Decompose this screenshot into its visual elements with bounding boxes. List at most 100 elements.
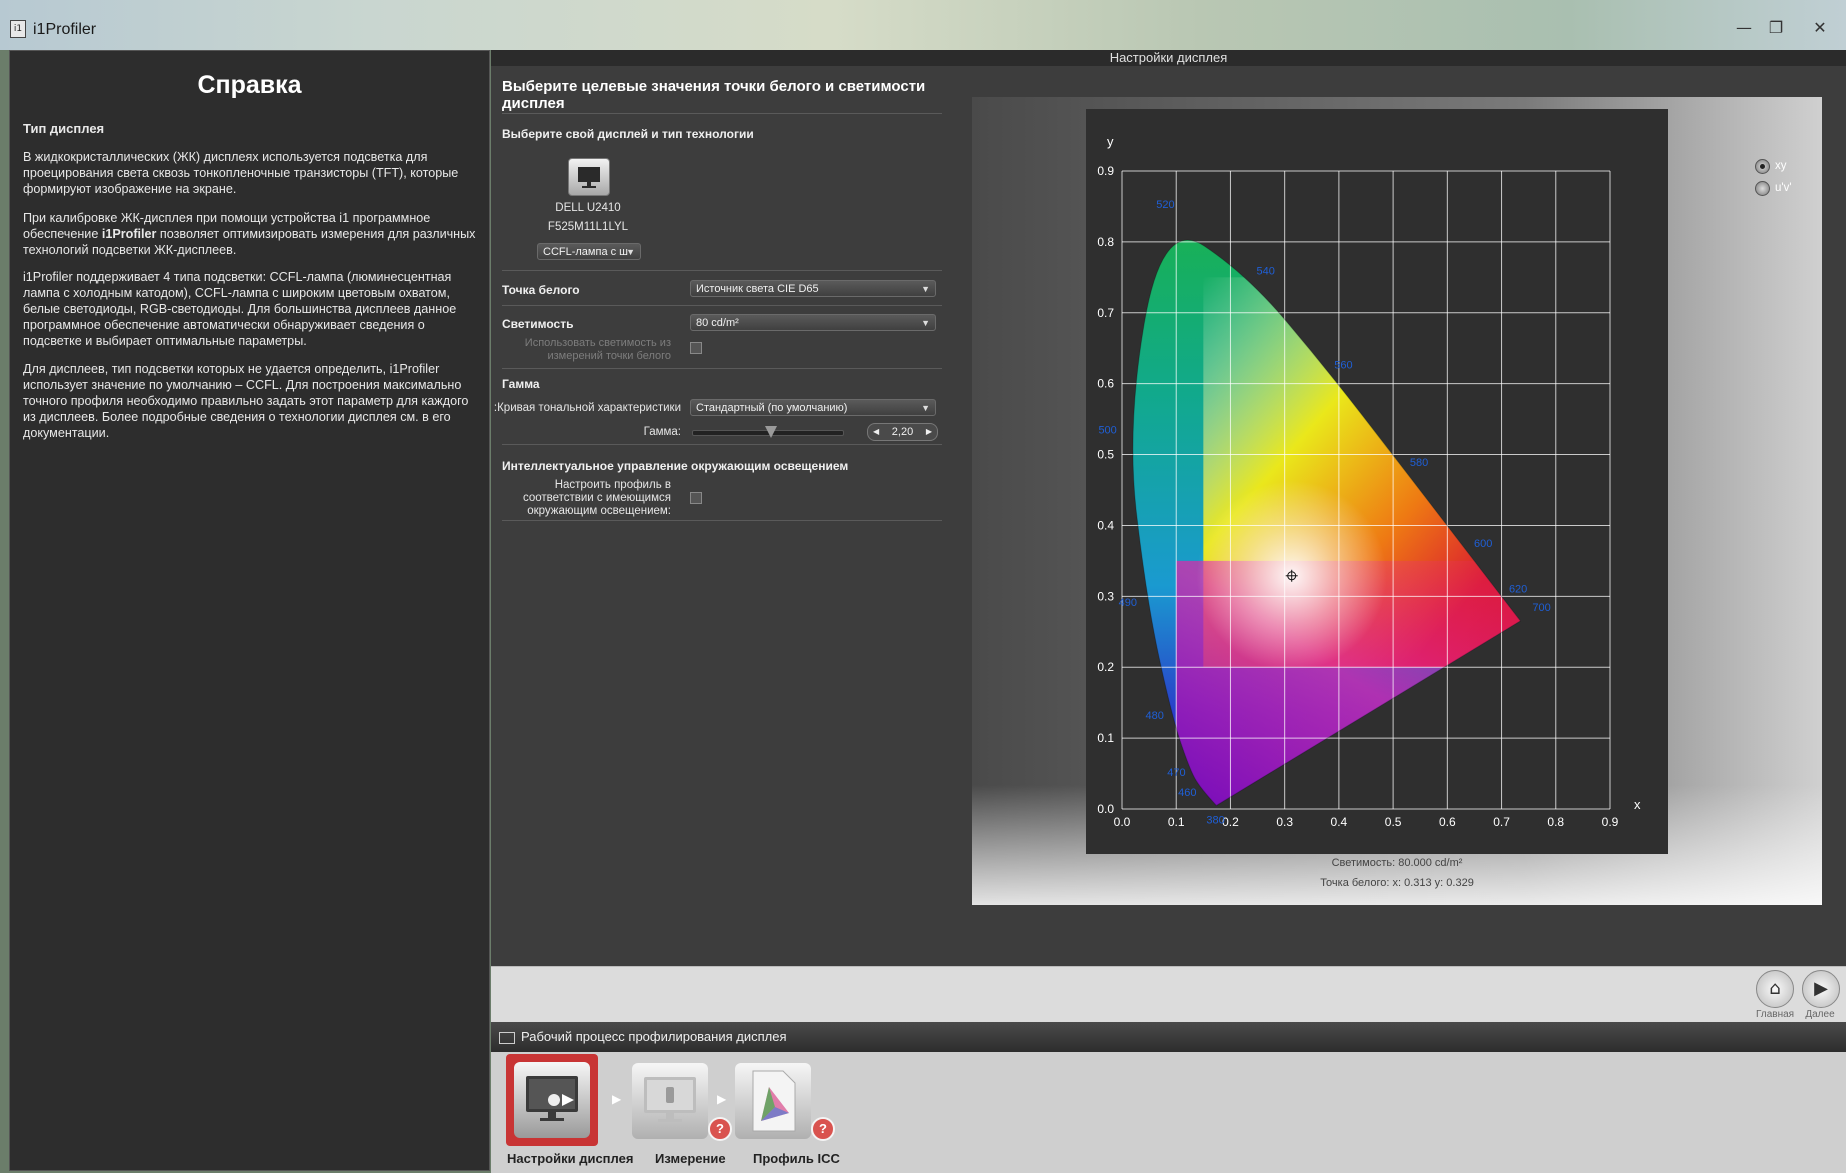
help-badge-icon[interactable]: ? bbox=[708, 1117, 732, 1141]
luminance-dropdown[interactable]: 80 cd/m² ▼ bbox=[690, 314, 936, 331]
x-tick-label: 0.1 bbox=[1168, 815, 1185, 829]
window-title: i1Profiler bbox=[33, 21, 97, 38]
chromaticity-chart-panel: xy u'v' 0.0 0.1 0.2 0.3 0.4 0.5 0.6 0.7 … bbox=[972, 97, 1822, 905]
x-tick-label: 0.5 bbox=[1385, 815, 1402, 829]
y-axis-label: y bbox=[1107, 134, 1114, 149]
workflow-step-label: Измерение bbox=[655, 1151, 726, 1166]
workflow-step-label: Профиль ICC bbox=[753, 1151, 840, 1166]
y-tick-label: 0.2 bbox=[1097, 660, 1114, 674]
display-serial: F525M11L1LYL bbox=[547, 221, 629, 233]
step-arrow-icon: ▶ bbox=[612, 1092, 622, 1106]
gamma-slider-thumb[interactable] bbox=[765, 426, 777, 438]
monitor-icon bbox=[499, 1031, 515, 1044]
settings-heading: Выберите целевые значения точки белого и… bbox=[502, 78, 926, 112]
workflow-step-display-settings[interactable] bbox=[506, 1054, 598, 1146]
wavelength-label: 540 bbox=[1256, 265, 1274, 277]
chevron-down-icon: ▼ bbox=[921, 284, 930, 294]
next-label: Далее bbox=[1805, 1009, 1835, 1020]
ambient-label: Настроить профиль в соответствии с имеющ… bbox=[522, 479, 671, 517]
workflow-step-icc-profile[interactable] bbox=[735, 1063, 811, 1139]
measurement-icon bbox=[644, 1077, 696, 1122]
gamma-label: Гамма: bbox=[643, 426, 681, 438]
help-paragraph-4: Для дисплеев, тип подсветки которых не у… bbox=[23, 362, 469, 440]
divider bbox=[502, 520, 942, 521]
help-section-title: Тип дисплея bbox=[23, 121, 105, 136]
whitepoint-dropdown[interactable]: Источник света CIE D65 ▼ bbox=[690, 280, 936, 297]
x-tick-label: 0.4 bbox=[1331, 815, 1348, 829]
gamma-value: 2,20 bbox=[891, 426, 914, 438]
workflow-step-label: Настройки дисплея bbox=[507, 1151, 634, 1166]
wavelength-label: 700 bbox=[1532, 602, 1550, 614]
page-title: Настройки дисплея bbox=[491, 50, 1846, 66]
luminance-label: Светимость bbox=[502, 317, 574, 331]
help-badge-icon[interactable]: ? bbox=[811, 1117, 835, 1141]
x-tick-label: 0.8 bbox=[1547, 815, 1564, 829]
radio-uv[interactable] bbox=[1755, 181, 1770, 196]
home-button[interactable]: ⌂ bbox=[1756, 970, 1794, 1008]
radio-xy-label: xy bbox=[1775, 160, 1787, 172]
next-button[interactable]: ▶ bbox=[1802, 970, 1840, 1008]
chevron-down-icon: ▼ bbox=[626, 247, 635, 257]
gamma-section-title: Гамма bbox=[502, 377, 540, 391]
wavelength-label: 560 bbox=[1334, 359, 1352, 371]
wavelength-label: 460 bbox=[1178, 787, 1196, 799]
help-title: Справка bbox=[197, 71, 302, 99]
divider bbox=[502, 368, 942, 369]
backlight-type-dropdown[interactable]: CCFL-лампа с ш ▼ bbox=[537, 243, 641, 260]
workflow-header: Рабочий процесс профилирования дисплея bbox=[491, 1022, 1846, 1052]
help-paragraph-2: При калибровке ЖК-дисплея при помощи уст… bbox=[23, 211, 476, 257]
wavelength-label: 520 bbox=[1156, 199, 1174, 211]
chevron-down-icon: ▼ bbox=[921, 403, 930, 413]
wavelength-label: 600 bbox=[1474, 538, 1492, 550]
monitor-icon[interactable] bbox=[568, 158, 610, 196]
ambient-section-title: Интеллектуальное управление окружающим о… bbox=[502, 459, 849, 473]
gamma-slider[interactable] bbox=[692, 426, 844, 438]
y-tick-label: 0.5 bbox=[1097, 448, 1114, 462]
app-icon: i1 bbox=[10, 20, 26, 38]
y-tick-label: 0.4 bbox=[1097, 518, 1114, 532]
wavelength-label: 480 bbox=[1146, 710, 1164, 722]
play-icon: ▶ bbox=[1814, 978, 1828, 999]
radio-xy[interactable] bbox=[1755, 159, 1770, 174]
divider bbox=[502, 305, 942, 306]
wavelength-label: 620 bbox=[1509, 583, 1527, 595]
increment-icon[interactable]: ▶ bbox=[926, 424, 932, 440]
home-label: Главная bbox=[1756, 1009, 1795, 1020]
workflow-step-measurement[interactable] bbox=[632, 1063, 708, 1139]
y-tick-label: 0.9 bbox=[1097, 164, 1114, 178]
use-measured-checkbox[interactable] bbox=[690, 342, 702, 354]
wavelength-label: 500 bbox=[1098, 424, 1116, 436]
help-paragraph-1: В жидкокристаллических (ЖК) дисплеях исп… bbox=[23, 150, 459, 196]
help-paragraph-3: i1Profiler поддерживает 4 типа подсветки… bbox=[23, 270, 457, 348]
minimize-button[interactable]: — bbox=[1732, 18, 1756, 38]
x-tick-label: 0.0 bbox=[1114, 815, 1131, 829]
chevron-down-icon: ▼ bbox=[921, 318, 930, 328]
y-tick-label: 0.3 bbox=[1097, 589, 1114, 603]
radio-uv-label: u'v' bbox=[1775, 182, 1792, 194]
display-name: DELL U2410 bbox=[555, 202, 621, 214]
display-settings-icon bbox=[514, 1062, 590, 1138]
workflow-panel: Рабочий процесс профилирования дисплея ▶… bbox=[491, 1022, 1846, 1173]
help-panel: Справка Тип дисплея В жидкокристаллическ… bbox=[9, 50, 490, 1171]
maximize-button[interactable]: ❐ bbox=[1764, 18, 1788, 38]
navigation-bar: ⌂ Главная ▶ Далее bbox=[491, 966, 1846, 1023]
close-button[interactable]: ✕ bbox=[1808, 18, 1832, 38]
x-tick-label: 0.6 bbox=[1439, 815, 1456, 829]
gamma-stepper[interactable]: ◀ 2,20 ▶ bbox=[867, 423, 938, 441]
y-tick-label: 0.8 bbox=[1097, 235, 1114, 249]
workflow-title: Рабочий процесс профилирования дисплея bbox=[521, 1029, 787, 1044]
wavelength-label: 470 bbox=[1167, 767, 1185, 779]
x-tick-label: 0.9 bbox=[1602, 815, 1619, 829]
divider bbox=[502, 113, 942, 114]
whitepoint-label: Точка белого bbox=[502, 283, 580, 297]
tone-curve-dropdown[interactable]: Стандартный (по умолчанию) ▼ bbox=[690, 399, 936, 416]
step-arrow-icon: ▶ bbox=[717, 1092, 727, 1106]
display-section-title: Выберите свой дисплей и тип технологии bbox=[502, 127, 754, 141]
ambient-checkbox[interactable] bbox=[690, 492, 702, 504]
luminance-readout: Светимость: 80.000 cd/m² bbox=[1331, 857, 1463, 869]
decrement-icon[interactable]: ◀ bbox=[873, 424, 879, 440]
y-tick-label: 0.6 bbox=[1097, 377, 1114, 391]
home-icon: ⌂ bbox=[1769, 978, 1781, 999]
use-measured-label: Использовать светимость из измерений точ… bbox=[524, 337, 671, 362]
tone-curve-label: Кривая тональной характеристики: bbox=[494, 402, 681, 414]
